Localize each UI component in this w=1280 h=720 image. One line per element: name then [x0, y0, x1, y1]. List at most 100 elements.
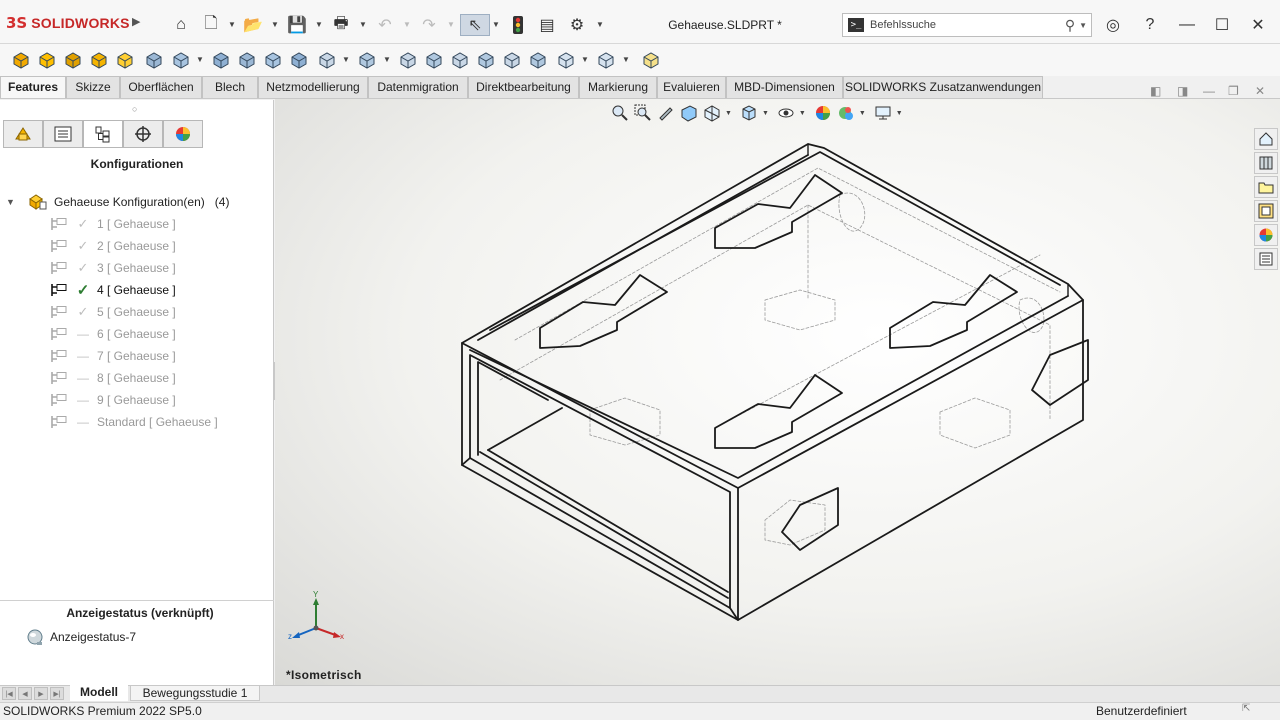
home-icon[interactable]: ⌂: [170, 14, 192, 36]
menu-expand-icon[interactable]: ▶: [132, 15, 140, 28]
dimxpert-manager-tab[interactable]: [123, 120, 163, 148]
maximize-icon[interactable]: ☐: [1209, 12, 1235, 38]
last-tab-icon[interactable]: ▶|: [50, 687, 64, 700]
chevron-down-icon[interactable]: ▼: [271, 20, 279, 29]
tab-surfaces[interactable]: Oberflächen: [120, 76, 202, 98]
save-icon[interactable]: 💾: [286, 14, 308, 36]
chevron-down-icon[interactable]: ▼: [359, 20, 367, 29]
options-gear-icon[interactable]: ⚙: [566, 14, 588, 36]
tab-direct-editing[interactable]: Direktbearbeitung: [468, 76, 579, 98]
configuration-item[interactable]: ✓ 5 [ Gehaeuse ]: [50, 303, 176, 321]
tab-addins[interactable]: SOLIDWORKS Zusatzanwendungen: [843, 76, 1043, 98]
tab-motion-study[interactable]: Bewegungsstudie 1: [130, 685, 260, 701]
chevron-down-icon[interactable]: ▼: [342, 55, 350, 64]
appearances-scenes-icon[interactable]: [1254, 224, 1278, 246]
configuration-root[interactable]: ▼ Gehaeuse Konfiguration(en) (4): [6, 193, 229, 211]
viewport-minimize-icon[interactable]: —: [1203, 84, 1215, 98]
swept-boss-icon[interactable]: [62, 49, 84, 71]
configuration-item[interactable]: — 7 [ Gehaeuse ]: [50, 347, 176, 365]
shell-icon[interactable]: [449, 49, 471, 71]
configuration-item[interactable]: — 9 [ Gehaeuse ]: [50, 391, 176, 409]
search-icon[interactable]: ⚲: [1065, 17, 1075, 34]
configuration-item[interactable]: ✓ 4 [ Gehaeuse ]: [50, 281, 176, 299]
lofted-cut-icon[interactable]: [262, 49, 284, 71]
print-icon[interactable]: 🖶: [330, 14, 352, 36]
previous-tab-icon[interactable]: ◀: [18, 687, 32, 700]
status-unit-system[interactable]: Benutzerdefiniert: [1096, 704, 1187, 718]
chevron-down-icon[interactable]: ▼: [403, 20, 411, 29]
close-icon[interactable]: ✕: [1245, 12, 1271, 38]
chevron-down-icon[interactable]: ▼: [196, 55, 204, 64]
reference-geometry-icon[interactable]: [555, 49, 577, 71]
file-explorer-icon[interactable]: [1254, 176, 1278, 198]
mirror-icon[interactable]: [527, 49, 549, 71]
hole-wizard-icon[interactable]: [170, 49, 192, 71]
instant3d-icon[interactable]: [640, 49, 662, 71]
search-input[interactable]: Befehlssuche: [870, 19, 1065, 31]
tab-sheet-metal[interactable]: Blech: [202, 76, 258, 98]
boundary-boss-icon[interactable]: [114, 49, 136, 71]
solidworks-resources-icon[interactable]: [1254, 128, 1278, 150]
revolved-boss-icon[interactable]: [36, 49, 58, 71]
tab-features[interactable]: Features: [0, 76, 66, 98]
wrap-icon[interactable]: [475, 49, 497, 71]
rebuild-traffic-light-icon[interactable]: [508, 14, 528, 36]
tab-model[interactable]: Modell: [70, 685, 128, 701]
chevron-down-icon[interactable]: ▼: [581, 55, 589, 64]
new-document-icon[interactable]: 🗋: [200, 14, 222, 36]
draft-icon[interactable]: [423, 49, 445, 71]
isometric-enclosure-model[interactable]: [275, 99, 1280, 685]
undo-icon[interactable]: ↶: [374, 14, 396, 36]
select-cursor-icon[interactable]: ⇖: [460, 14, 490, 36]
extruded-cut-icon[interactable]: [143, 49, 165, 71]
tab-data-migration[interactable]: Datenmigration: [368, 76, 468, 98]
user-account-icon[interactable]: ◎: [1100, 12, 1126, 38]
tab-sketch[interactable]: Skizze: [66, 76, 120, 98]
next-tab-icon[interactable]: ▶: [34, 687, 48, 700]
collapse-arrow-icon[interactable]: ▼: [6, 197, 16, 207]
redo-icon[interactable]: ↷: [418, 14, 440, 36]
configuration-item[interactable]: — 6 [ Gehaeuse ]: [50, 325, 176, 343]
viewport-close-icon[interactable]: ✕: [1255, 84, 1265, 98]
boundary-cut-icon[interactable]: [288, 49, 310, 71]
revolved-cut-icon[interactable]: [210, 49, 232, 71]
configuration-item[interactable]: — Standard [ Gehaeuse ]: [50, 413, 218, 431]
tab-markup[interactable]: Markierung: [579, 76, 657, 98]
configuration-manager-tab[interactable]: [83, 120, 123, 148]
first-tab-icon[interactable]: |◀: [2, 687, 16, 700]
view-palette-icon[interactable]: [1254, 200, 1278, 222]
display-manager-tab[interactable]: [163, 120, 203, 148]
chevron-down-icon[interactable]: ▼: [315, 20, 323, 29]
chevron-down-icon[interactable]: ▼: [447, 20, 455, 29]
feature-manager-tab[interactable]: [3, 120, 43, 148]
swept-cut-icon[interactable]: [236, 49, 258, 71]
status-expand-icon[interactable]: ⇱: [1242, 703, 1250, 714]
custom-properties-icon[interactable]: [1254, 248, 1278, 270]
help-icon[interactable]: ?: [1137, 12, 1163, 38]
chevron-down-icon[interactable]: ▼: [228, 20, 236, 29]
tab-evaluate[interactable]: Evaluieren: [657, 76, 726, 98]
curves-icon[interactable]: [595, 49, 617, 71]
chevron-down-icon[interactable]: ▼: [1079, 21, 1087, 30]
chevron-down-icon[interactable]: ▼: [596, 20, 604, 29]
minimize-icon[interactable]: —: [1174, 12, 1200, 38]
pane-collapse-handle-icon[interactable]: ○: [132, 104, 137, 114]
intersect-icon[interactable]: [501, 49, 523, 71]
linear-pattern-icon[interactable]: [356, 49, 378, 71]
file-properties-icon[interactable]: ▤: [536, 14, 558, 36]
viewport-restore-icon[interactable]: ◧: [1150, 84, 1161, 98]
rib-icon[interactable]: [397, 49, 419, 71]
open-icon[interactable]: 📂: [242, 14, 264, 36]
chevron-down-icon[interactable]: ▼: [622, 55, 630, 64]
extruded-boss-icon[interactable]: [10, 49, 32, 71]
display-state-item[interactable]: Anzeigestatus-7: [26, 628, 136, 646]
solidworks-logo[interactable]: 3S SOLIDWORKS: [6, 12, 130, 34]
fillet-icon[interactable]: [316, 49, 338, 71]
chevron-down-icon[interactable]: ▼: [492, 20, 500, 29]
tab-mesh-modeling[interactable]: Netzmodellierung: [258, 76, 368, 98]
command-search[interactable]: >_ Befehlssuche ⚲ ▼: [842, 13, 1092, 37]
configuration-item[interactable]: ✓ 1 [ Gehaeuse ]: [50, 215, 176, 233]
configuration-item[interactable]: ✓ 2 [ Gehaeuse ]: [50, 237, 176, 255]
tab-mbd-dimensions[interactable]: MBD-Dimensionen: [726, 76, 843, 98]
lofted-boss-icon[interactable]: [88, 49, 110, 71]
